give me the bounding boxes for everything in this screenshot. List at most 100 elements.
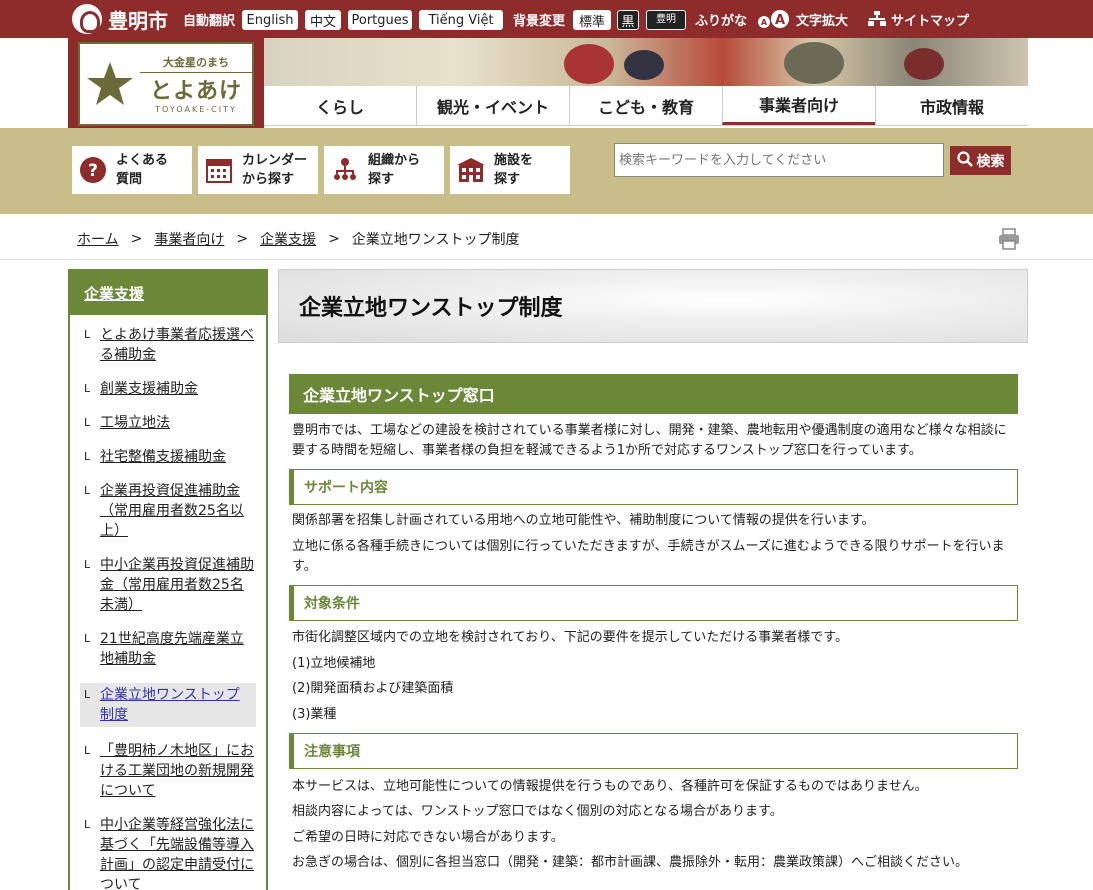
target-item: (1)立地候補地 <box>292 656 376 671</box>
sidebar-link-advanced-equipment[interactable]: 中小企業等経営強化法に基づく「先端設備等導入計画」の認定申請受付について <box>100 817 254 890</box>
lang-vietnamese-button[interactable]: Tiếng Việt <box>419 10 503 30</box>
furigana-link[interactable]: ふりがな <box>695 10 747 29</box>
support-heading: サポート内容 <box>289 469 1018 505</box>
sidebar-link-advanced-industry[interactable]: 21世紀高度先端産業立地補助金 <box>100 631 244 667</box>
org-search-button[interactable]: 組織から 探す <box>324 146 444 194</box>
faq-label-1: よくある <box>116 152 169 168</box>
sidebar-item: 工場立地法 <box>70 413 266 433</box>
bg-black-button[interactable]: 黒 <box>617 10 639 30</box>
breadcrumb-home[interactable]: ホーム <box>77 229 119 249</box>
site-logo[interactable]: 大金星のまち とよあけ TOYOAKE-CITY <box>68 38 264 134</box>
faq-button[interactable]: ? よくある質問 <box>72 146 192 194</box>
org-chart-icon <box>330 155 360 185</box>
divider <box>0 259 1093 260</box>
sidebar-link-industrial-park[interactable]: 「豊明柿ノ木地区」における工業団地の新規開発について <box>100 743 254 799</box>
target-item: (3)業種 <box>292 707 337 722</box>
calendar-search-button[interactable]: カレンダー から探す <box>198 146 318 194</box>
city-name: 豊明市 <box>108 8 168 33</box>
bg-change-label: 背景変更 <box>513 14 566 29</box>
question-icon: ? <box>78 155 108 185</box>
sidebar-item: とよあけ事業者応援選べる補助金 <box>70 325 266 365</box>
city-emblem-icon <box>72 4 102 34</box>
sidebar-item: 中小企業再投資促進補助金（常用雇用者数25名未満） <box>70 555 266 615</box>
breadcrumb-corporate-support[interactable]: 企業支援 <box>260 229 316 249</box>
org-label-2: 探す <box>368 172 395 187</box>
sidebar-link-one-stop[interactable]: 企業立地ワンストップ制度 <box>100 687 240 723</box>
lang-portuguese-button[interactable]: Portgues <box>348 10 412 30</box>
header-banner-image <box>264 38 1028 86</box>
calendar-label-2: から探す <box>242 172 295 187</box>
section-heading: 企業立地ワンストップ窓口 <box>289 374 1018 414</box>
sitemap-link[interactable]: サイトマップ <box>891 10 969 29</box>
support-text-1: 関係部署を招集し計画されている用地への立地可能性や、補助制度について情報の提供を… <box>292 513 875 528</box>
search-button[interactable]: 検索 <box>950 146 1011 175</box>
gnav-business[interactable]: 事業者向け <box>722 86 875 125</box>
sidebar-link-reinvestment-small[interactable]: 中小企業再投資促進補助金（常用雇用者数25名未満） <box>100 557 254 613</box>
global-nav: くらし 観光・イベント こども・教育 事業者向け 市政情報 <box>264 86 1028 126</box>
breadcrumb-business[interactable]: 事業者向け <box>154 229 224 249</box>
sidebar-link-reinvestment-large[interactable]: 企業再投資促進補助金（常用雇用者数25名以上） <box>100 483 244 539</box>
star-logo-icon <box>80 44 140 124</box>
sitemap-icon <box>868 11 886 31</box>
text-enlarge-link[interactable]: 文字拡大 <box>796 10 848 29</box>
print-icon[interactable] <box>998 228 1020 250</box>
target-heading: 対象条件 <box>289 585 1018 621</box>
lang-chinese-button[interactable]: 中文 <box>305 10 341 30</box>
notes-heading: 注意事項 <box>289 733 1018 769</box>
site-header: 大金星のまち とよあけ TOYOAKE-CITY くらし 観光・イベント こども… <box>0 38 1093 134</box>
text-size-icon: A A <box>756 8 792 34</box>
sidebar-item-current: 企業立地ワンストップ制度 <box>80 683 256 727</box>
bg-standard-button[interactable]: 標準 <box>573 10 611 30</box>
sidebar-link-startup-subsidy[interactable]: 創業支援補助金 <box>100 381 198 397</box>
sidebar-link-housing-subsidy[interactable]: 社宅整備支援補助金 <box>100 449 226 465</box>
facility-label-2: 探す <box>494 172 521 187</box>
facility-icon <box>456 155 486 185</box>
breadcrumb-current: 企業立地ワンストップ制度 <box>351 232 520 248</box>
breadcrumb: ホーム > 事業者向け > 企業支援 > 企業立地ワンストップ制度 <box>77 229 520 249</box>
chevron-right-icon: > <box>236 231 249 247</box>
note-item: ご希望の日時に対応できない場合があります。 <box>292 830 564 845</box>
auto-translate-label: 自動翻訳 <box>183 14 236 29</box>
org-label-1: 組織から <box>368 152 421 168</box>
page-title: 企業立地ワンストップ制度 <box>299 296 563 321</box>
note-item: 本サービスは、立地可能性についての情報提供を行うものであり、各種許可を保証するも… <box>292 779 928 794</box>
search-input[interactable] <box>614 143 944 177</box>
svg-text:A: A <box>775 13 785 28</box>
sidebar-item: 創業支援補助金 <box>70 379 266 399</box>
chevron-right-icon: > <box>328 231 340 247</box>
sidebar-title[interactable]: 企業支援 <box>70 271 266 315</box>
svg-text:?: ? <box>88 161 98 181</box>
sidebar-link-selectable-subsidy[interactable]: とよあけ事業者応援選べる補助金 <box>100 327 254 363</box>
facility-search-button[interactable]: 施設を 探す <box>450 146 570 194</box>
gnav-tourism[interactable]: 観光・イベント <box>416 86 569 125</box>
note-item: お急ぎの場合は、個別に各担当窓口（開発・建築：都市計画課、農振除外・転用：農業政… <box>292 855 969 870</box>
lang-english-button[interactable]: English <box>242 10 298 30</box>
search-button-label: 検索 <box>976 153 1005 170</box>
city-logo[interactable]: 豊明市 <box>72 4 168 34</box>
magnifier-icon <box>956 150 973 171</box>
gnav-children[interactable]: こども・教育 <box>569 86 722 125</box>
logo-name: とよあけ <box>149 79 242 104</box>
logo-tagline: 大金星のまち <box>140 54 252 73</box>
top-utility-bar: 豊明市 自動翻訳 English 中文 Portgues Tiếng Việt … <box>0 0 1093 38</box>
gnav-kurashi[interactable]: くらし <box>264 86 416 125</box>
sidebar-link-factory-location-act[interactable]: 工場立地法 <box>100 415 170 431</box>
calendar-icon <box>204 155 234 185</box>
logo-romaji: TOYOAKE-CITY <box>155 105 237 114</box>
target-text: 市街化調整区域内での立地を検討されており、下記の要件を提示していただける事業者様… <box>292 630 849 645</box>
note-item: 相談内容によっては、ワンストップ窓口ではなく個別の対応となる場合があります。 <box>292 804 783 819</box>
sidebar-item: 社宅整備支援補助金 <box>70 447 266 467</box>
chevron-right-icon: > <box>130 231 143 247</box>
gnav-city-info[interactable]: 市政情報 <box>875 86 1028 125</box>
faq-label-2: 質問 <box>116 172 143 187</box>
page-title-box: 企業立地ワンストップ制度 <box>278 269 1028 343</box>
target-item: (2)開発面積および建築面積 <box>292 681 454 696</box>
sidebar-nav: 企業支援 とよあけ事業者応援選べる補助金 創業支援補助金 工場立地法 社宅整備支… <box>68 269 268 890</box>
svg-text:A: A <box>761 18 768 27</box>
intro-text: 豊明市では、工場などの建設を検討されている事業者様に対し、開発・建築、農地転用や… <box>292 423 1007 458</box>
sidebar-item: 中小企業等経営強化法に基づく「先端設備等導入計画」の認定申請受付について <box>70 815 266 890</box>
support-text-2: 立地に係る各種手続きについては個別に行っていただきますが、手続きがスムーズに進む… <box>292 539 1005 574</box>
furigana-badge[interactable]: 豊明 <box>646 10 686 30</box>
sidebar-item: 「豊明柿ノ木地区」における工業団地の新規開発について <box>70 741 266 801</box>
calendar-label-1: カレンダー <box>242 152 308 168</box>
